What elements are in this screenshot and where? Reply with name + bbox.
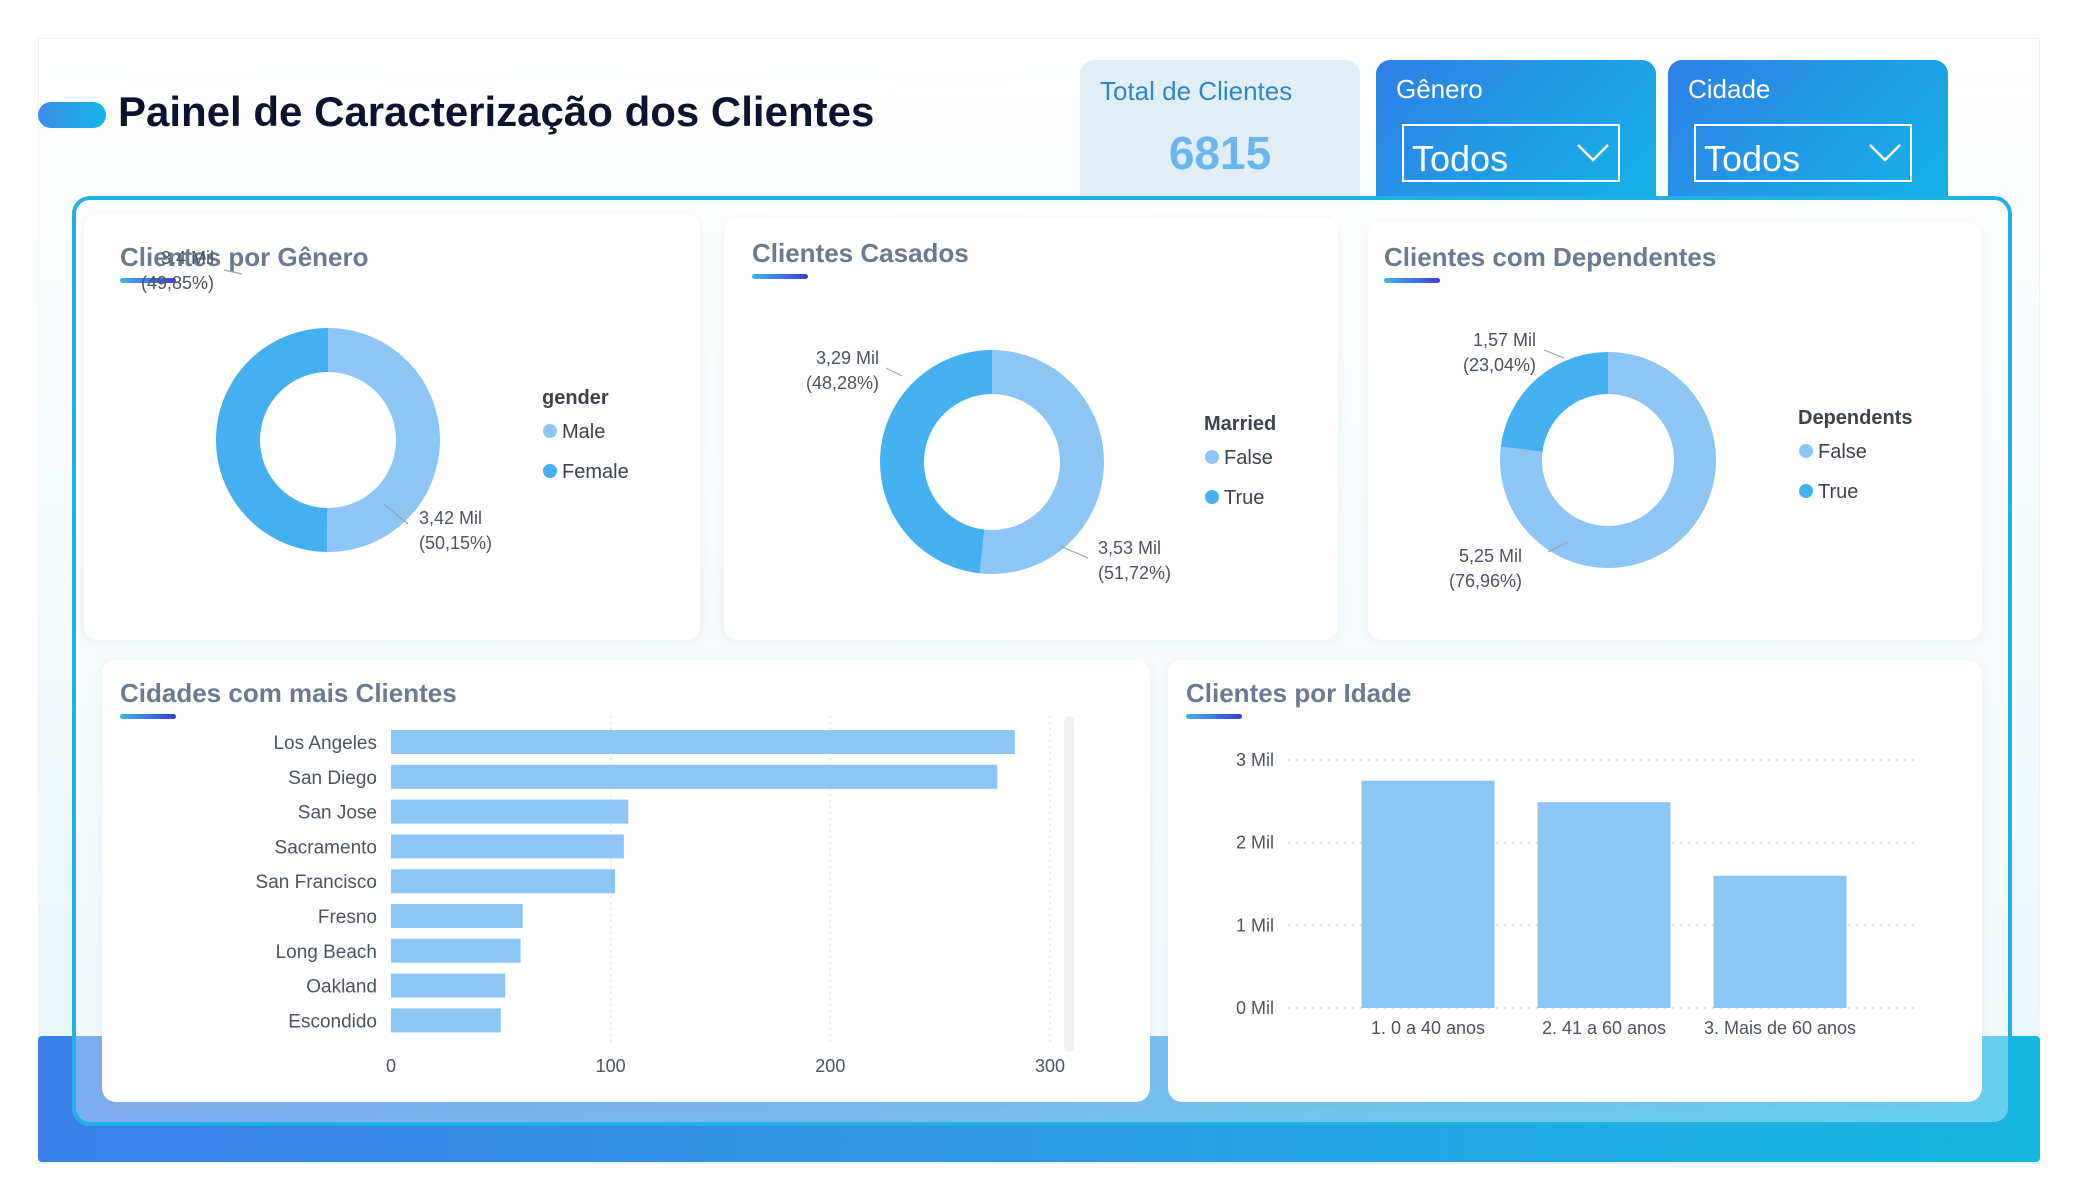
legend-item: True bbox=[1818, 481, 1858, 503]
y-category-label: San Jose bbox=[298, 803, 377, 824]
bar bbox=[391, 869, 616, 894]
y-category-label: Sacramento bbox=[275, 837, 377, 858]
legend-title: Married bbox=[1204, 413, 1276, 435]
y-category-label: Escondido bbox=[288, 1011, 377, 1032]
page-title: Painel de Caracterização dos Clientes bbox=[118, 88, 875, 135]
y-tick-label: 1 Mil bbox=[1236, 915, 1274, 935]
label-leader-line bbox=[223, 269, 243, 275]
legend-dot bbox=[1205, 450, 1219, 464]
legend-title: gender bbox=[542, 387, 609, 409]
data-label: 3,53 Mil bbox=[1098, 538, 1161, 558]
donut-slice bbox=[879, 350, 992, 574]
filter-cidade-label: Cidade bbox=[1688, 74, 1771, 104]
legend-dot bbox=[543, 424, 557, 438]
data-label: 1,57 Mil bbox=[1473, 330, 1536, 350]
legend-dot bbox=[1799, 484, 1813, 498]
y-tick-label: 2 Mil bbox=[1236, 833, 1274, 853]
legend-title: Dependents bbox=[1798, 407, 1912, 429]
card-clientes-por-genero: Clientes por Gênero 3,42 Mil (50,15%) 3,4 … bbox=[84, 214, 700, 640]
x-tick-label: 100 bbox=[596, 1056, 626, 1076]
y-category-label: San Diego bbox=[288, 768, 377, 789]
y-category-label: Long Beach bbox=[276, 942, 377, 963]
bar bbox=[1537, 802, 1671, 1008]
legend-item: Male bbox=[562, 421, 605, 443]
donut-chart-dependentes: 5,25 Mil (76,96%) 1,57 Mil (23,04%) Dependen… bbox=[1449, 330, 1913, 591]
title-accent-bar bbox=[38, 102, 106, 128]
data-label-pct: (76,96%) bbox=[1449, 571, 1522, 591]
cidade-select[interactable]: Todos bbox=[1694, 124, 1912, 182]
kpi-total-clientes: Total de Clientes 6815 bbox=[1080, 60, 1360, 200]
bar bbox=[391, 764, 998, 789]
legend-item: False bbox=[1818, 441, 1867, 463]
y-category-label: Los Angeles bbox=[273, 733, 377, 754]
bar bbox=[391, 799, 629, 824]
genero-select-value: Todos bbox=[1412, 138, 1509, 179]
y-category-label: San Francisco bbox=[256, 872, 377, 893]
legend-dot bbox=[1799, 444, 1813, 458]
card-clientes-casados: Clientes Casados 3,53 Mil (51,72%) 3,29 Mi… bbox=[724, 218, 1338, 640]
card-clientes-com-dependentes: Clientes com Dependentes 5,25 Mil (76,96%… bbox=[1368, 222, 1982, 640]
genero-select[interactable]: Todos bbox=[1402, 124, 1620, 182]
bar bbox=[1713, 875, 1847, 1008]
bar bbox=[391, 973, 506, 998]
donut-slice bbox=[979, 350, 1104, 574]
y-tick-label: 0 Mil bbox=[1236, 998, 1274, 1018]
card-cidades-com-mais-clientes: Cidades com mais Clientes 0 100 200 300 Los … bbox=[102, 660, 1150, 1102]
data-label: 3,42 Mil bbox=[419, 508, 482, 528]
x-category-label: 1. 0 a 40 anos bbox=[1371, 1018, 1485, 1038]
donut-chart-genero: 3,42 Mil (50,15%) 3,4 Mil (49,85%) gender Mal… bbox=[141, 248, 629, 553]
bar bbox=[391, 904, 523, 928]
scrollbar bbox=[1064, 716, 1074, 1052]
filter-cidade-card: Cidade Todos bbox=[1668, 60, 1948, 200]
bar-chart-cidades: 0 100 200 300 Los Angeles San Diego San Jose Sa… bbox=[256, 716, 1074, 1076]
y-tick-label: 3 Mil bbox=[1236, 750, 1274, 770]
bar bbox=[391, 730, 1015, 754]
filter-genero-card: Gênero Todos bbox=[1376, 60, 1656, 200]
data-label-pct: (49,85%) bbox=[141, 273, 214, 293]
bar bbox=[391, 938, 521, 963]
x-category-label: 3. Mais de 60 anos bbox=[1704, 1018, 1856, 1038]
donut-chart-casados: 3,53 Mil (51,72%) 3,29 Mil (48,28%) Married F… bbox=[806, 348, 1276, 583]
data-label-pct: (50,15%) bbox=[419, 533, 492, 553]
bar bbox=[391, 1008, 501, 1033]
label-leader-line bbox=[1543, 349, 1565, 359]
kpi-total-label: Total de Clientes bbox=[1100, 76, 1293, 106]
data-label: 3,29 Mil bbox=[816, 348, 879, 368]
kpi-total-value: 6815 bbox=[1168, 127, 1272, 179]
x-category-label: 2. 41 a 60 anos bbox=[1542, 1018, 1666, 1038]
data-label-pct: (23,04%) bbox=[1463, 355, 1536, 375]
filter-genero-label: Gênero bbox=[1396, 74, 1483, 104]
label-leader-line bbox=[1059, 545, 1089, 559]
chevron-down-icon bbox=[1869, 144, 1901, 162]
y-category-label: Fresno bbox=[318, 907, 377, 928]
legend-item: Female bbox=[562, 461, 629, 483]
cidade-select-value: Todos bbox=[1704, 138, 1801, 179]
donut-slice bbox=[215, 328, 328, 552]
chevron-down-icon bbox=[1577, 144, 1609, 162]
bar bbox=[1361, 780, 1495, 1008]
legend-item: True bbox=[1224, 487, 1264, 509]
x-tick-label: 0 bbox=[386, 1056, 396, 1076]
data-label: 5,25 Mil bbox=[1459, 546, 1522, 566]
x-tick-label: 200 bbox=[815, 1056, 845, 1076]
card-clientes-por-idade: Clientes por Idade 0 Mil 1 Mil 2 Mil 3 Mil 1… bbox=[1168, 660, 1982, 1102]
legend-dot bbox=[543, 464, 557, 478]
legend-dot bbox=[1205, 490, 1219, 504]
label-leader-line bbox=[885, 367, 903, 377]
data-label-pct: (51,72%) bbox=[1098, 563, 1171, 583]
data-label: 3,4 Mil bbox=[161, 248, 214, 268]
legend-item: False bbox=[1224, 447, 1273, 469]
y-category-label: Oakland bbox=[306, 977, 377, 998]
bar bbox=[391, 834, 624, 859]
x-tick-label: 300 bbox=[1035, 1056, 1065, 1076]
data-label-pct: (48,28%) bbox=[806, 373, 879, 393]
bar-chart-idade: 0 Mil 1 Mil 2 Mil 3 Mil 1. 0 a 40 anos 2. 41 … bbox=[1236, 750, 1920, 1038]
